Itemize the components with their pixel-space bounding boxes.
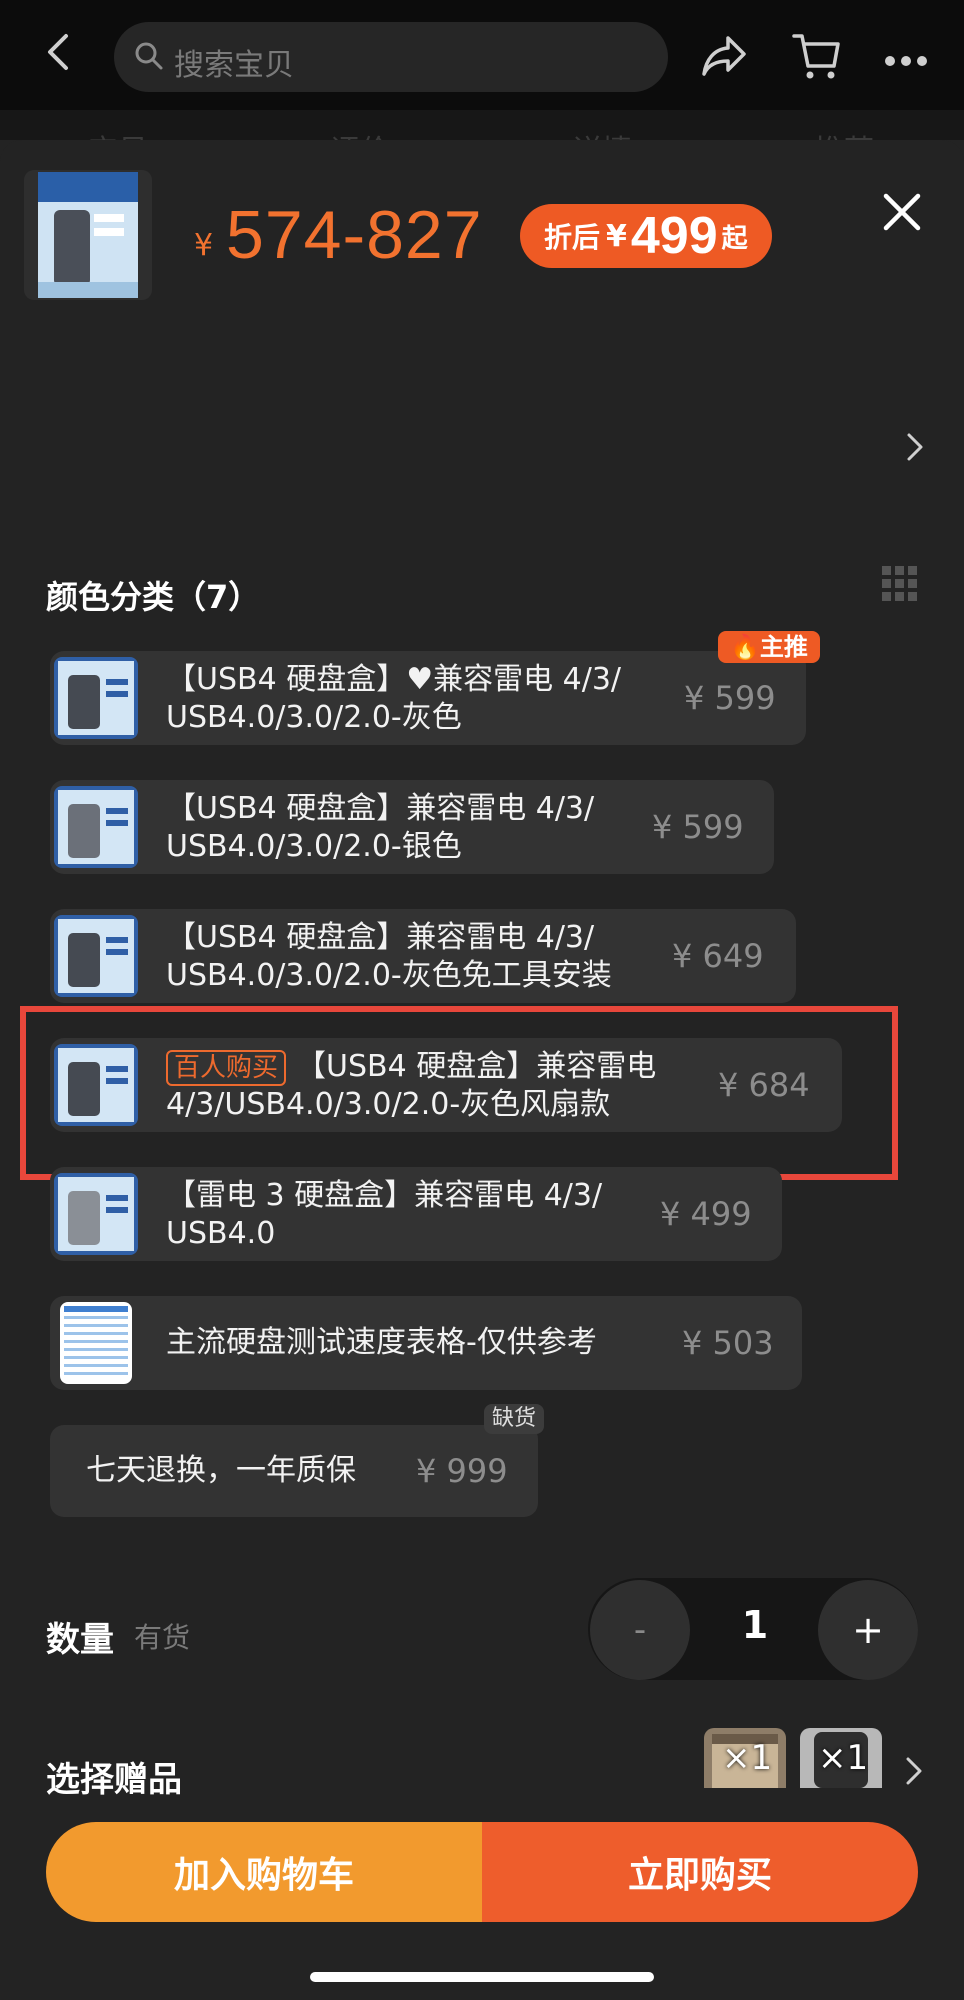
quantity-value[interactable]: 1 — [720, 1603, 790, 1647]
close-icon[interactable] — [880, 190, 924, 238]
discount-prefix: 折后 — [544, 221, 601, 254]
flame-icon: 🔥 — [730, 633, 760, 661]
sku-option-price: ¥ 649 — [672, 937, 764, 975]
sku-thumbnail — [60, 1302, 132, 1384]
share-icon[interactable] — [700, 34, 748, 82]
discount-price: 499 — [630, 207, 718, 265]
sku-option-price: ¥ 999 — [416, 1452, 508, 1490]
sku-option-label: 【USB4 硬盘盒】兼容雷电 4/3/ USB4.0/3.0/2.0-灰色免工具… — [166, 920, 612, 993]
sku-option-label: 【雷电 3 硬盘盒】兼容雷电 4/3/ USB4.0 — [166, 1178, 603, 1251]
home-indicator[interactable] — [310, 1972, 654, 1982]
tab-reviews[interactable]: 评价 — [330, 126, 390, 140]
sku-option-label: 主流硬盘测试速度表格-仅供参考 — [166, 1325, 597, 1360]
gift-count: ×1 — [818, 1738, 869, 1778]
discount-price-badge: 折后 ¥ 499 起 — [520, 204, 772, 268]
increase-quantity-button[interactable]: + — [818, 1580, 918, 1680]
search-input[interactable]: 搜索宝贝 — [114, 22, 668, 92]
search-icon — [134, 41, 164, 75]
decrease-quantity-button[interactable]: - — [590, 1580, 690, 1680]
sku-option-gray[interactable]: 【USB4 硬盘盒】♥兼容雷电 4/3/ USB4.0/3.0/2.0-灰色 ¥… — [50, 651, 806, 745]
stock-status: 有货 — [134, 1621, 191, 1654]
gift-count: ×1 — [722, 1738, 773, 1778]
tab-details[interactable]: 详情 — [572, 126, 632, 140]
search-placeholder: 搜索宝贝 — [174, 48, 294, 83]
discount-suffix: 起 — [721, 223, 748, 254]
recommended-badge: 🔥主推 — [718, 631, 820, 663]
quantity-label: 数量 — [46, 1620, 114, 1660]
sku-thumbnail — [54, 786, 138, 868]
price-currency: ¥ — [194, 228, 214, 263]
sku-option-price: ¥ 503 — [682, 1324, 774, 1362]
sku-option-price: ¥ 599 — [684, 679, 776, 717]
color-section-title: 颜色分类（7） — [46, 578, 261, 616]
out-of-stock-badge: 缺货 — [484, 1404, 545, 1434]
product-tabs-bar: 宝贝 评价 详情 推荐 — [0, 110, 964, 140]
buy-now-button[interactable]: 立即购买 — [482, 1822, 918, 1922]
add-to-cart-button[interactable]: 加入购物车 — [46, 1822, 482, 1922]
more-icon[interactable] — [884, 52, 928, 71]
tab-product[interactable]: 宝贝 — [88, 126, 148, 140]
sku-option-price: ¥ 499 — [660, 1195, 752, 1233]
sku-option-gray-toolfree[interactable]: 【USB4 硬盘盒】兼容雷电 4/3/ USB4.0/3.0/2.0-灰色免工具… — [50, 909, 796, 1003]
sku-option-label: 【USB4 硬盘盒】兼容雷电 4/3/ USB4.0/3.0/2.0-银色 — [166, 791, 595, 864]
sku-option-speed-table[interactable]: 主流硬盘测试速度表格-仅供参考 ¥ 503 — [50, 1296, 802, 1390]
grid-view-icon[interactable] — [882, 566, 918, 606]
chevron-right-icon[interactable] — [904, 1756, 924, 1790]
sku-thumbnail — [54, 915, 138, 997]
back-arrow-icon[interactable] — [40, 32, 80, 72]
sku-option-label: 【USB4 硬盘盒】♥兼容雷电 4/3/ USB4.0/3.0/2.0-灰色 — [166, 662, 622, 735]
tab-recommend[interactable]: 推荐 — [814, 126, 874, 140]
sku-option-price: ¥ 599 — [652, 808, 744, 846]
product-thumbnail[interactable] — [24, 170, 152, 300]
chevron-right-icon[interactable] — [905, 432, 925, 466]
sku-option-warranty[interactable]: 七天退换，一年质保 ¥ 999 — [50, 1425, 538, 1517]
sku-option-thunderbolt3[interactable]: 【雷电 3 硬盘盒】兼容雷电 4/3/ USB4.0 ¥ 499 — [50, 1167, 782, 1261]
sku-option-silver[interactable]: 【USB4 硬盘盒】兼容雷电 4/3/ USB4.0/3.0/2.0-银色 ¥ … — [50, 780, 774, 874]
gift-item[interactable]: ×1 — [800, 1728, 882, 1788]
sku-thumbnail — [54, 1173, 138, 1255]
price-range: 574-827 — [226, 197, 483, 273]
gift-item[interactable]: ×1 — [704, 1728, 786, 1788]
cart-icon[interactable] — [790, 30, 842, 86]
gift-selection-label: 选择赠品 — [46, 1760, 182, 1800]
sku-option-label: 七天退换，一年质保 — [86, 1453, 356, 1488]
selection-highlight-box — [20, 1006, 898, 1180]
sku-thumbnail — [54, 657, 138, 739]
discount-currency: ¥ — [606, 218, 627, 254]
